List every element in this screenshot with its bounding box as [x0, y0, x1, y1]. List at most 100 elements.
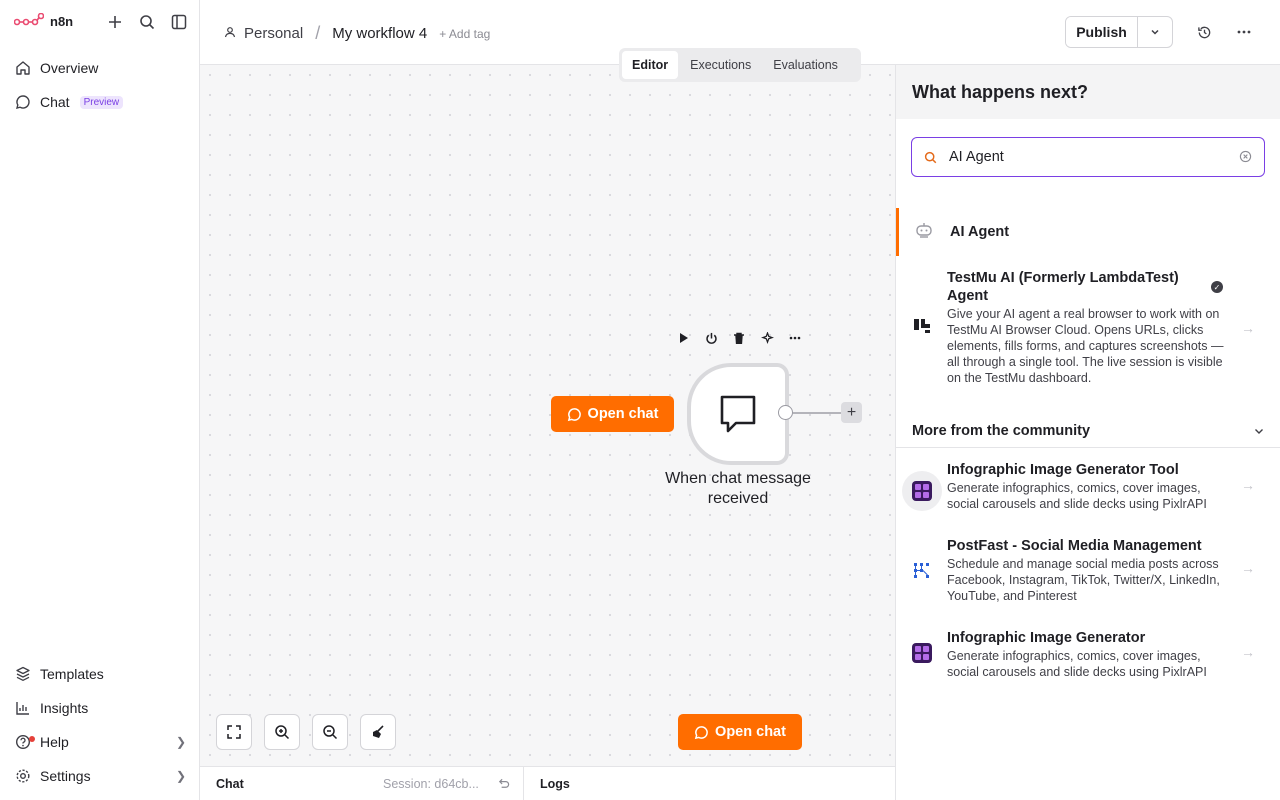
- logo-text: n8n: [50, 13, 74, 29]
- panel-title: What happens next?: [912, 82, 1089, 102]
- workflow-name[interactable]: My workflow 4: [332, 25, 427, 42]
- sidebar-item-insights[interactable]: Insights: [8, 693, 192, 723]
- plus-icon[interactable]: [105, 12, 125, 32]
- result-item-title: TestMu AI (Formerly LambdaTest) Agent: [947, 270, 1179, 304]
- sidebar-item-label: Help: [40, 734, 69, 750]
- help-icon: [14, 733, 35, 751]
- panel-header: What happens next?: [896, 65, 1280, 119]
- search-icon: [924, 151, 937, 164]
- sidebar-item-label: Insights: [40, 700, 89, 716]
- play-icon[interactable]: [674, 329, 692, 347]
- power-icon[interactable]: [702, 329, 720, 347]
- sidebar-item-label: Templates: [40, 666, 104, 682]
- sidebar-toggle-icon[interactable]: [169, 12, 189, 32]
- postfast-icon: [911, 560, 933, 582]
- workflow-canvas[interactable]: Open chat When chat message received + O…: [200, 65, 895, 766]
- sidebar-item-help[interactable]: Help ❯: [8, 727, 192, 757]
- pixlr-icon: [911, 642, 933, 664]
- open-chat-label: Open chat: [715, 724, 786, 740]
- community-item-infographic-tool[interactable]: Infographic Image Generator Tool Generat…: [896, 460, 1280, 518]
- community-section-header[interactable]: More from the community: [896, 421, 1280, 448]
- logs-panel-tab[interactable]: Logs: [540, 777, 570, 791]
- open-chat-button[interactable]: Open chat: [551, 396, 674, 432]
- sidebar-header: n8n: [0, 0, 200, 44]
- node-label: When chat message received: [665, 470, 811, 507]
- home-icon: [14, 59, 32, 77]
- arrow-right-icon: →: [1241, 320, 1255, 336]
- gear-icon: [14, 767, 32, 785]
- clear-search-icon[interactable]: [1239, 150, 1252, 163]
- zoom-in-icon: [275, 725, 290, 740]
- tab-evaluations[interactable]: Evaluations: [763, 51, 848, 79]
- chart-bar-icon: [14, 699, 32, 717]
- community-item-postfast[interactable]: PostFast - Social Media Management Sched…: [896, 536, 1280, 604]
- arrow-right-icon: →: [1241, 477, 1255, 493]
- fit-view-button[interactable]: [216, 714, 252, 750]
- sidebar-item-templates[interactable]: Templates: [8, 659, 192, 689]
- add-node-button[interactable]: +: [841, 402, 862, 423]
- sidebar-item-chat[interactable]: Chat Preview: [8, 87, 192, 117]
- breadcrumb: Personal / My workflow 4 + Add tag: [224, 23, 490, 44]
- more-options-icon[interactable]: [1234, 22, 1254, 42]
- chevron-right-icon: ❯: [175, 769, 186, 783]
- community-item-infographic[interactable]: Infographic Image Generator Generate inf…: [896, 628, 1280, 680]
- fullscreen-icon: [227, 725, 241, 739]
- reset-session-icon[interactable]: [497, 777, 510, 793]
- node-search-input[interactable]: AI Agent: [911, 137, 1265, 177]
- tab-executions[interactable]: Executions: [680, 51, 761, 79]
- result-item-description: Generate infographics, comics, cover ima…: [947, 481, 1207, 511]
- bottom-panel-bar: Chat Session: d64cb... Logs: [200, 766, 895, 800]
- result-item-testmu-agent[interactable]: TestMu AI (Formerly LambdaTest) Agent ✓ …: [896, 268, 1280, 388]
- tab-editor[interactable]: Editor: [622, 51, 679, 79]
- tidy-up-button[interactable]: [360, 714, 396, 750]
- verified-badge-icon: ✓: [1211, 281, 1223, 293]
- result-item-title: PostFast - Social Media Management: [947, 538, 1202, 554]
- preview-badge: Preview: [79, 95, 124, 109]
- more-options-icon[interactable]: [786, 329, 804, 347]
- chat-trigger-node[interactable]: [687, 363, 789, 465]
- publish-button-group: Publish: [1065, 16, 1173, 48]
- community-section-title: More from the community: [912, 423, 1091, 439]
- chevron-down-icon: [1253, 424, 1265, 442]
- project-link[interactable]: Personal: [244, 25, 303, 42]
- sidebar-item-label: Chat: [40, 94, 70, 110]
- chat-bubble-icon: [567, 407, 581, 421]
- divider: [523, 767, 524, 800]
- zoom-in-button[interactable]: [264, 714, 300, 750]
- zoom-out-button[interactable]: [312, 714, 348, 750]
- n8n-logo[interactable]: n8n: [14, 13, 73, 29]
- result-item-description: Generate infographics, comics, cover ima…: [947, 649, 1207, 679]
- person-icon: [224, 25, 236, 42]
- open-chat-bottom-button[interactable]: Open chat: [678, 714, 802, 750]
- chevron-right-icon: ❯: [175, 735, 186, 749]
- result-item-ai-agent[interactable]: AI Agent: [896, 208, 1280, 256]
- add-tag-button[interactable]: + Add tag: [439, 27, 490, 41]
- sidebar-item-settings[interactable]: Settings ❯: [8, 761, 192, 791]
- testmu-logo-icon: [911, 315, 933, 337]
- arrow-right-icon: →: [1241, 644, 1255, 660]
- node-creator-panel: What happens next? AI Agent AI Agent Tes…: [895, 65, 1280, 800]
- broom-icon: [373, 725, 384, 738]
- result-item-title: Infographic Image Generator: [947, 630, 1146, 646]
- search-icon[interactable]: [137, 12, 157, 32]
- session-id: Session: d64cb...: [383, 777, 479, 791]
- connector-line: [793, 412, 841, 414]
- chat-panel-tab[interactable]: Chat: [216, 777, 244, 791]
- result-item-title: Infographic Image Generator Tool: [947, 462, 1179, 478]
- arrow-right-icon: →: [1241, 560, 1255, 576]
- publish-button[interactable]: Publish: [1066, 17, 1138, 47]
- sidebar-item-overview[interactable]: Overview: [8, 53, 192, 83]
- node-toolbar: [674, 329, 804, 347]
- result-item-description: Give your AI agent a real browser to wor…: [947, 307, 1224, 385]
- sidebar-item-label: Settings: [40, 768, 91, 784]
- zoom-out-icon: [323, 725, 338, 740]
- history-icon[interactable]: [1194, 22, 1214, 42]
- chat-bubble-icon: [14, 93, 32, 111]
- sidebar: n8n Overview Chat Preview Templates Insi…: [0, 0, 200, 800]
- trash-icon[interactable]: [730, 329, 748, 347]
- sparkle-icon[interactable]: [758, 329, 776, 347]
- result-item-label: AI Agent: [950, 224, 1010, 240]
- publish-dropdown-button[interactable]: [1138, 17, 1172, 47]
- node-output-handle[interactable]: [778, 405, 793, 420]
- n8n-logo-icon: [14, 13, 44, 26]
